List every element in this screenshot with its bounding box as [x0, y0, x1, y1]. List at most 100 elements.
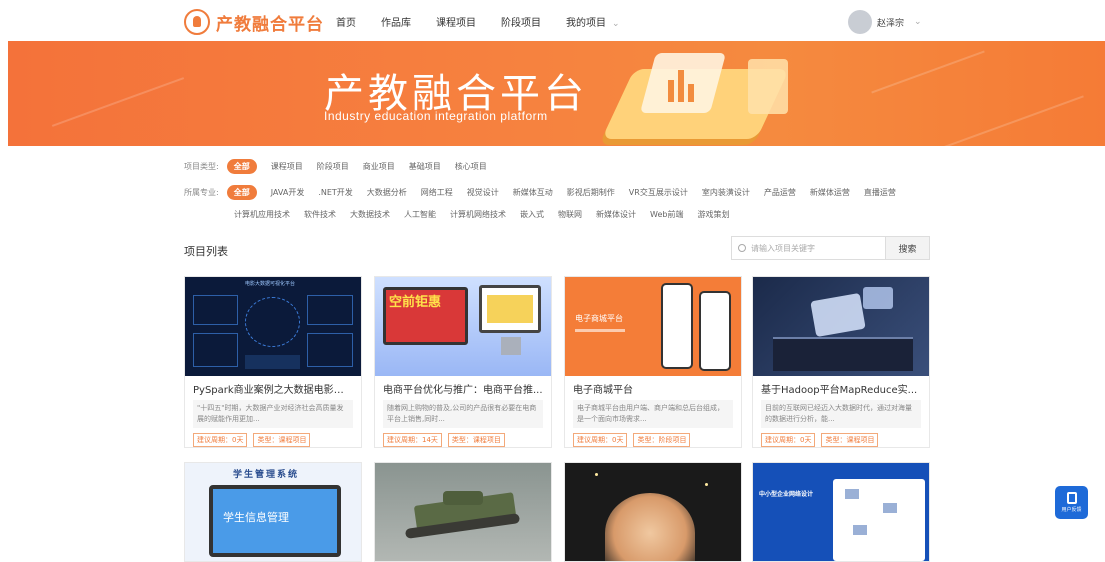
dashboard-panel — [193, 295, 238, 325]
filter-major-option[interactable]: 大数据技术 — [350, 209, 390, 220]
filter-major-option[interactable]: 计算机网络技术 — [450, 209, 506, 220]
filter-major-option[interactable]: 视觉设计 — [467, 187, 499, 198]
project-card[interactable]: 空前钜惠 电商平台优化与推广：电商平台推... 随着网上购物的普及,公司的产品很… — [374, 276, 552, 448]
filter-major-option[interactable]: Web前端 — [650, 209, 683, 220]
dashboard-panel — [307, 333, 353, 367]
card-thumbnail: 学生管理系统 学生信息管理 — [185, 463, 361, 561]
thumbnail-caption: 学生管理系统 — [233, 470, 300, 480]
project-card[interactable]: 学生管理系统 学生信息管理 — [184, 462, 362, 562]
nav-course-projects[interactable]: 课程项目 — [436, 14, 476, 29]
card-thumbnail — [375, 463, 551, 561]
filter-major-option[interactable]: 大数据分析 — [367, 187, 407, 198]
filter-type-course[interactable]: 课程项目 — [271, 161, 303, 172]
phone-illustration — [661, 283, 693, 369]
phone-illustration — [699, 291, 731, 371]
user-name: 赵泽宗 — [877, 18, 905, 29]
filter-project-type: 项目类型: 全部 课程项目 阶段项目 商业项目 基础项目 核心项目 — [184, 159, 501, 174]
card-tags: 建议周期：0天 类型：课程项目 — [761, 433, 921, 447]
thumbnail-caption: 中小型企业网络设计 — [759, 491, 814, 498]
logo[interactable]: 产教融合平台 — [184, 8, 324, 36]
main-nav: 首页 作品库 课程项目 阶段项目 我的项目 ⌄ — [336, 14, 645, 29]
filter-major-option[interactable]: VR交互展示设计 — [629, 187, 688, 198]
card-title[interactable]: 电子商城平台 — [573, 381, 733, 396]
filter-major-option[interactable]: 产品运营 — [764, 187, 796, 198]
filter-major-option[interactable]: 新媒体运营 — [810, 187, 850, 198]
filter-major-option[interactable]: 物联网 — [558, 209, 582, 220]
nav-works[interactable]: 作品库 — [381, 14, 411, 29]
envelope-illustration — [810, 292, 866, 338]
banner-decoration — [942, 95, 1084, 146]
filter-type-basic[interactable]: 基础项目 — [409, 161, 441, 172]
banner-decoration — [51, 77, 185, 127]
project-card[interactable]: 电子商城平台 电子商城平台 电子商城平台由用户端、商户端和总后台组成，是一个面向… — [564, 276, 742, 448]
project-card[interactable] — [564, 462, 742, 562]
filter-major-option[interactable]: 游戏策划 — [697, 209, 729, 220]
thumbnail-caption: 电子商城平台 — [575, 314, 623, 323]
feedback-label: 用户反馈 — [1061, 507, 1082, 513]
user-menu[interactable]: 赵泽宗 ⌄ — [848, 10, 922, 34]
card-thumbnail: 电影大数据可视化平台 — [185, 277, 361, 376]
filter-major-option[interactable]: 室内装潢设计 — [702, 187, 750, 198]
dashboard-globe — [245, 297, 300, 347]
nav-my-projects-label: 我的项目 — [566, 18, 606, 29]
monitor-stand — [501, 337, 521, 355]
filter-major-row2: 计算机应用技术 软件技术 大数据技术 人工智能 计算机网络技术 嵌入式 物联网 … — [234, 209, 743, 220]
filter-type-core[interactable]: 核心项目 — [455, 161, 487, 172]
search-input[interactable] — [751, 243, 881, 253]
dashboard-panel — [245, 355, 300, 369]
project-card[interactable] — [374, 462, 552, 562]
network-node — [853, 525, 867, 535]
card-title[interactable]: PySpark商业案例之大数据电影点... — [193, 381, 353, 396]
chart-bar-illustration — [688, 84, 694, 102]
filter-major-option[interactable]: 软件技术 — [304, 209, 336, 220]
thumbnail-caption: 学生信息管理 — [223, 511, 289, 524]
period-badge: 建议周期：0天 — [761, 433, 816, 447]
card-tags: 建议周期：14天 类型：课程项目 — [383, 433, 543, 447]
card-description: 随着网上购物的普及,公司的产品很有必要在电商平台上销售,同时... — [383, 400, 543, 428]
nav-my-projects[interactable]: 我的项目 ⌄ — [566, 14, 620, 29]
filter-major-option[interactable]: 人工智能 — [404, 209, 436, 220]
search-button[interactable]: 搜索 — [885, 236, 930, 260]
filter-major-option[interactable]: 新媒体互动 — [513, 187, 553, 198]
card-illustration — [748, 59, 788, 114]
filter-major-option[interactable]: .NET开发 — [318, 187, 352, 198]
envelope-illustration — [863, 287, 893, 309]
nav-stage-projects[interactable]: 阶段项目 — [501, 14, 541, 29]
project-card[interactable]: 中小型企业网络设计 — [752, 462, 930, 562]
feedback-button[interactable]: 用户反馈 — [1055, 486, 1088, 519]
filter-major-option[interactable]: 影视后期制作 — [567, 187, 615, 198]
card-thumbnail — [565, 463, 741, 561]
filter-label: 所属专业: — [184, 188, 219, 197]
filter-type-stage[interactable]: 阶段项目 — [317, 161, 349, 172]
screen-graphic — [487, 295, 533, 323]
filter-type-all[interactable]: 全部 — [226, 159, 257, 174]
nav-home[interactable]: 首页 — [336, 14, 356, 29]
project-card[interactable]: 基于Hadoop平台MapReduce实... 目前的互联网已经迈入大数据时代，… — [752, 276, 930, 448]
filter-major-option[interactable]: 网络工程 — [421, 187, 453, 198]
period-badge: 建议周期：0天 — [193, 433, 248, 447]
card-thumbnail — [753, 277, 929, 376]
card-title[interactable]: 电商平台优化与推广：电商平台推... — [383, 381, 543, 396]
filter-major-option[interactable]: 计算机应用技术 — [234, 209, 290, 220]
chart-bar-illustration — [668, 80, 674, 102]
card-title[interactable]: 基于Hadoop平台MapReduce实... — [761, 381, 921, 396]
dashboard-panel — [307, 295, 353, 325]
avatar — [848, 10, 872, 34]
project-card[interactable]: 电影大数据可视化平台 PySpark商业案例之大数据电影点... "十四五"时期… — [184, 276, 362, 448]
filter-major-option[interactable]: JAVA开发 — [271, 187, 305, 198]
filter-major-all[interactable]: 全部 — [226, 185, 257, 200]
filter-major-option[interactable]: 新媒体设计 — [596, 209, 636, 220]
type-badge: 类型：阶段项目 — [633, 433, 691, 447]
card-thumbnail: 中小型企业网络设计 — [753, 463, 929, 561]
card-thumbnail: 空前钜惠 — [375, 277, 551, 376]
chevron-down-icon: ⌄ — [914, 17, 922, 27]
card-tags: 建议周期：0天 类型：课程项目 — [193, 433, 353, 447]
filter-major-option[interactable]: 嵌入式 — [520, 209, 544, 220]
filter-type-business[interactable]: 商业项目 — [363, 161, 395, 172]
network-node — [845, 489, 859, 499]
chart-bar-illustration — [678, 70, 684, 102]
filter-major-option[interactable]: 直播运营 — [864, 187, 896, 198]
type-badge: 类型：课程项目 — [253, 433, 311, 447]
feedback-icon — [1066, 492, 1077, 504]
flower-illustration — [605, 493, 695, 561]
